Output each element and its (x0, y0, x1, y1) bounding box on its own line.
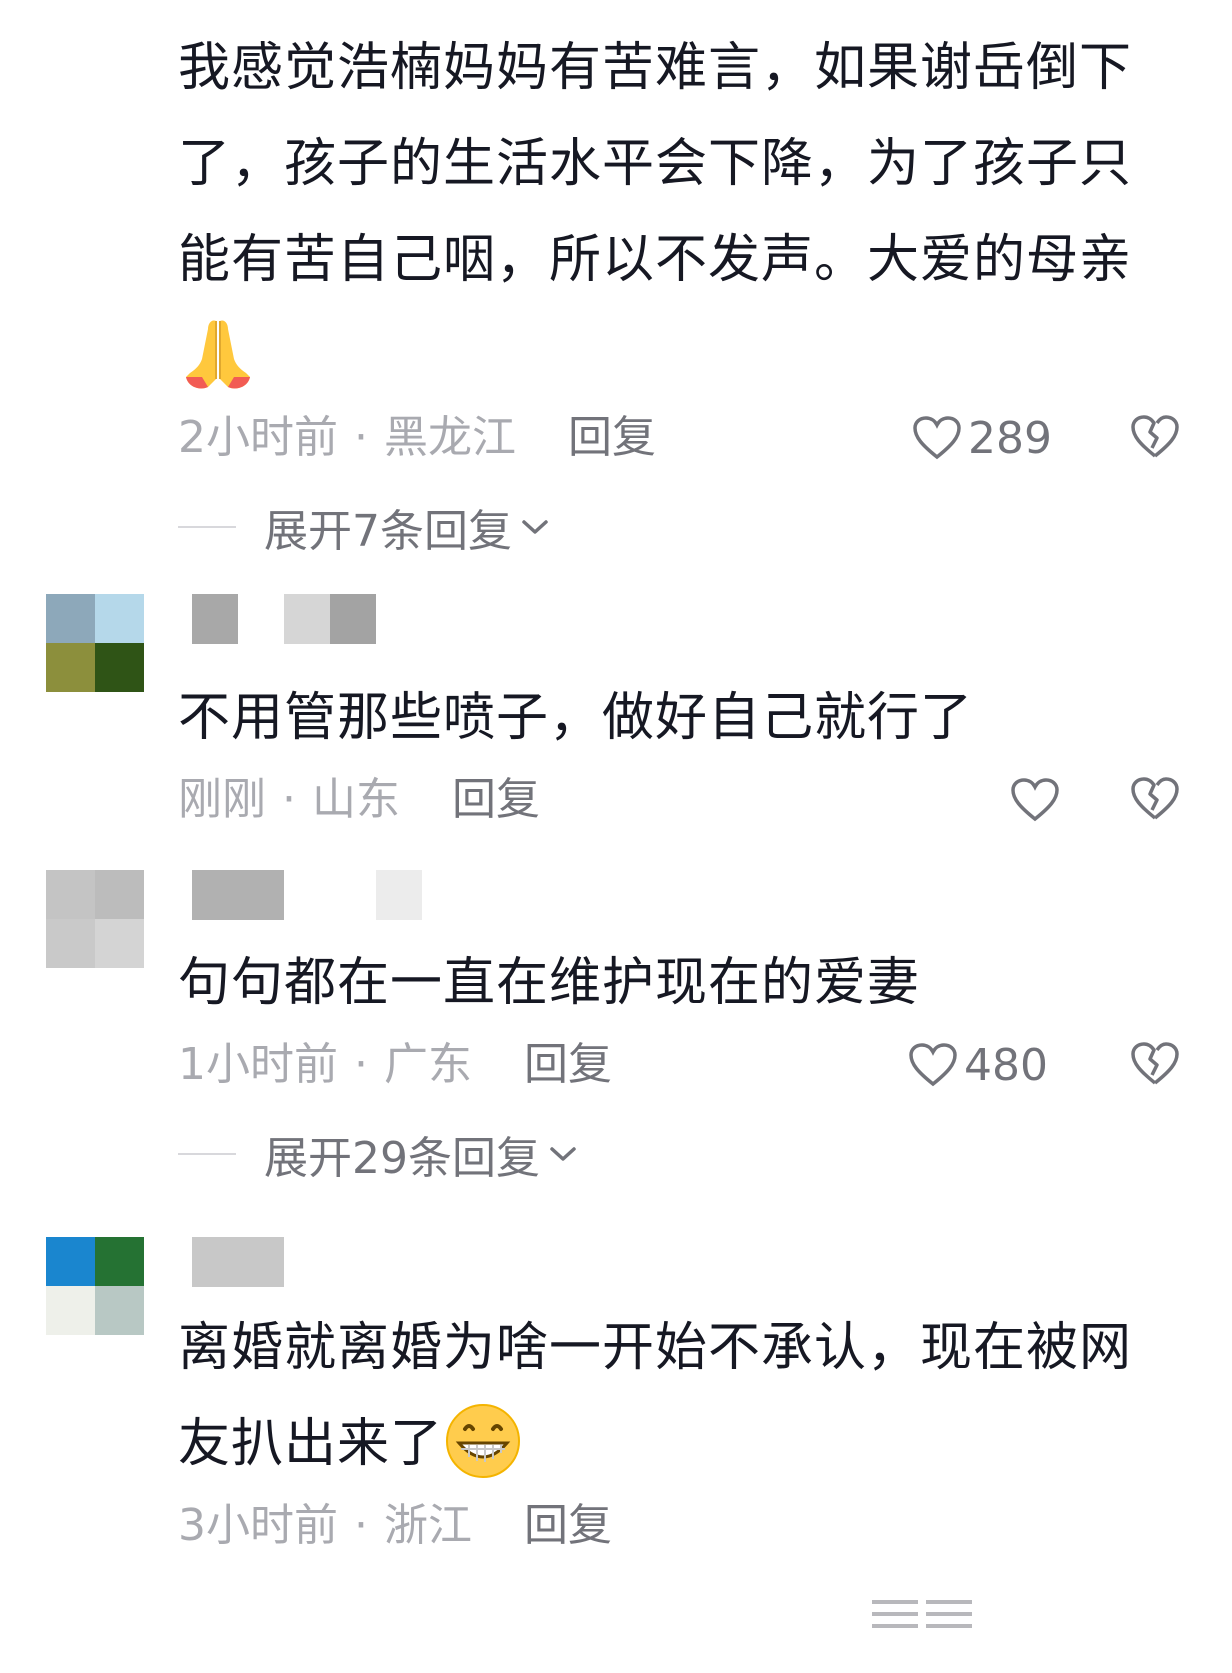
separator-dot: · (354, 1039, 368, 1090)
like-count: 289 (968, 412, 1052, 464)
comment-meta: 2小时前 · 黑龙江 回复 (178, 408, 656, 468)
grinning-face-emoji-icon (446, 1404, 521, 1478)
separator-dot: · (282, 774, 296, 825)
comment-time: 1小时前 (178, 1039, 338, 1090)
broken-heart-icon[interactable] (1130, 1039, 1180, 1089)
comment-location: 浙江 (384, 1500, 472, 1551)
username-mosaic[interactable] (192, 1237, 284, 1287)
comment-time: 3小时前 (178, 1500, 338, 1551)
avatar[interactable] (46, 1237, 144, 1335)
avatar[interactable] (46, 594, 144, 692)
comment-location: 广东 (384, 1039, 472, 1090)
expand-label: 展开7条回复 (264, 506, 512, 557)
like-button[interactable]: 289 (912, 408, 1052, 468)
comment-meta: 3小时前 · 浙江 回复 (178, 1496, 612, 1556)
username-mosaic[interactable] (192, 594, 376, 644)
folded-hands-emoji-icon (186, 320, 250, 389)
comment-location: 山东 (312, 774, 400, 825)
heart-icon (1011, 778, 1059, 822)
separator-dot: · (354, 1500, 368, 1551)
expand-divider (178, 526, 236, 528)
comment-meta: 刚刚 · 山东 回复 (178, 770, 540, 830)
comment-text: 句句都在一直在维护现在的爱妻 (178, 953, 921, 1013)
comment-text: 离婚就离婚为啥一开始不承认，现在被网友扒出来了 (178, 1300, 1178, 1492)
heart-icon (909, 1043, 957, 1087)
chevron-down-icon (550, 1147, 576, 1161)
reply-button[interactable]: 回复 (568, 412, 656, 463)
like-button[interactable]: 480 (908, 1035, 1048, 1095)
like-count: 480 (964, 1039, 1048, 1091)
blurred-icon (872, 1600, 972, 1628)
chevron-down-icon (522, 520, 548, 534)
separator-dot: · (354, 412, 368, 463)
username-mosaic[interactable] (192, 870, 422, 920)
expand-label: 展开29条回复 (264, 1133, 540, 1184)
like-button[interactable] (1010, 770, 1060, 830)
expand-replies-button[interactable]: 展开29条回复 (178, 1124, 578, 1184)
reply-button[interactable]: 回复 (524, 1500, 612, 1551)
comment-text: 不用管那些喷子，做好自己就行了 (178, 688, 974, 748)
reply-button[interactable]: 回复 (452, 774, 540, 825)
avatar[interactable] (46, 870, 144, 968)
reply-button[interactable]: 回复 (524, 1039, 612, 1090)
broken-heart-icon[interactable] (1130, 412, 1180, 462)
comment-location: 黑龙江 (384, 412, 516, 463)
comment-time: 2小时前 (178, 412, 338, 463)
expand-divider (178, 1153, 236, 1155)
comment-text: 我感觉浩楠妈妈有苦难言，如果谢岳倒下了，孩子的生活水平会下降，为了孩子只能有苦自… (178, 20, 1178, 404)
heart-icon (913, 416, 961, 460)
broken-heart-icon[interactable] (1130, 774, 1180, 824)
comment-time: 刚刚 (178, 774, 266, 825)
expand-replies-button[interactable]: 展开7条回复 (178, 497, 550, 557)
comment-meta: 1小时前 · 广东 回复 (178, 1035, 612, 1095)
